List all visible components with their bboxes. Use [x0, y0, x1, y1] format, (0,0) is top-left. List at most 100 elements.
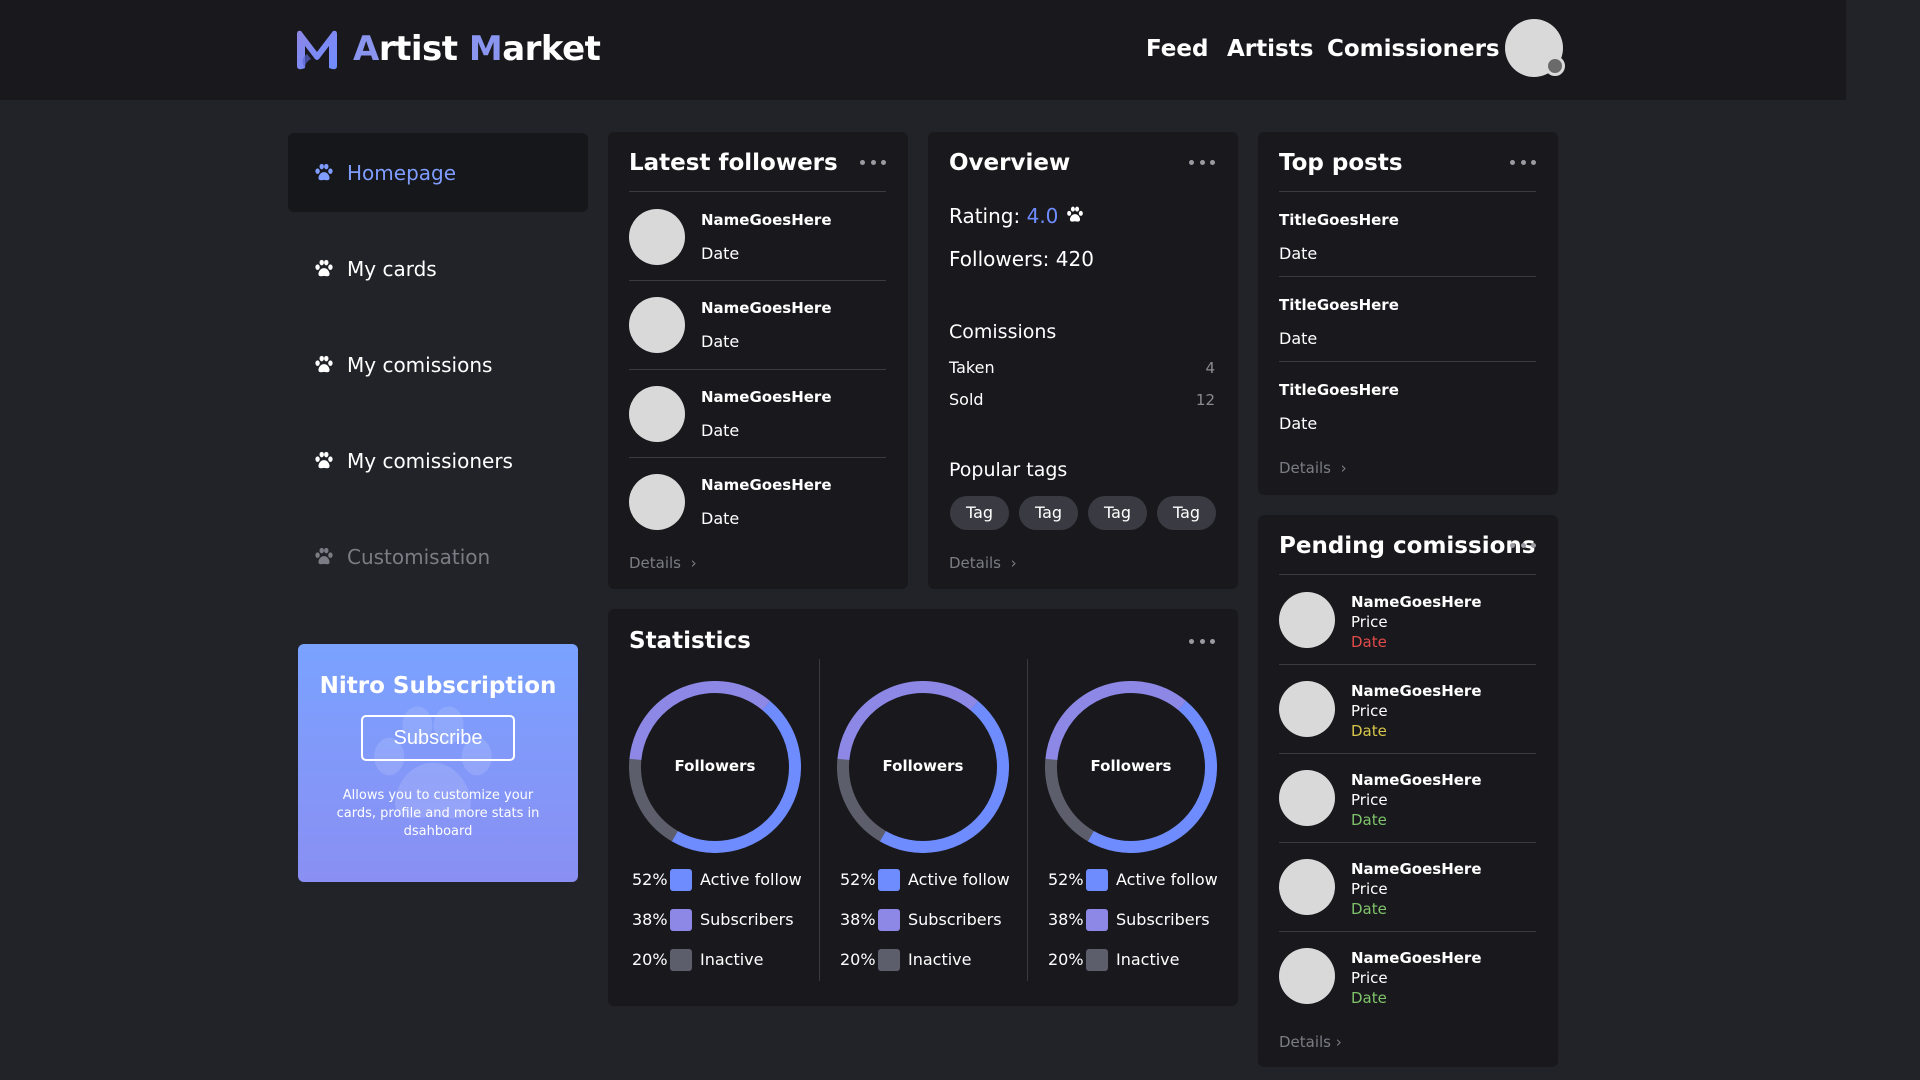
legend-percent: 20% — [632, 950, 668, 969]
comission-name[interactable]: NameGoesHere — [1351, 949, 1482, 967]
post-title[interactable]: TitleGoesHere — [1279, 211, 1399, 229]
sold-value: 12 — [1195, 391, 1215, 409]
rating-label: Rating: — [949, 204, 1021, 228]
follower-date: Date — [701, 244, 740, 263]
legend-label: Inactive — [700, 950, 764, 969]
sidebar-item-customisation[interactable]: Customisation — [288, 517, 588, 596]
card-title: Overview — [949, 150, 1071, 176]
divider — [629, 280, 886, 281]
paw-icon — [313, 546, 335, 568]
comissioner-avatar[interactable] — [1279, 770, 1335, 826]
chevron-right-icon: › — [1005, 554, 1017, 572]
details-link[interactable]: Details › — [629, 554, 697, 572]
legend-label: Subscribers — [700, 910, 794, 929]
comissioner-avatar[interactable] — [1279, 681, 1335, 737]
legend-label: Active follow — [908, 870, 1010, 889]
follower-avatar[interactable] — [629, 474, 685, 530]
legend-swatch — [1086, 869, 1108, 891]
rating-value: 4.0 — [1026, 204, 1059, 228]
sidebar-item-homepage[interactable]: Homepage — [288, 133, 588, 212]
legend-label: Inactive — [1116, 950, 1180, 969]
legend-label: Subscribers — [1116, 910, 1210, 929]
donut-center-label: Followers — [1090, 757, 1172, 775]
follower-name[interactable]: NameGoesHere — [701, 388, 832, 406]
comission-name[interactable]: NameGoesHere — [1351, 771, 1482, 789]
rating-row: Rating: 4.0 — [949, 204, 1085, 228]
logo-text: Artist Market — [353, 29, 601, 69]
more-options-icon[interactable] — [1510, 543, 1536, 549]
card-title: Top posts — [1279, 150, 1403, 176]
tag-chip[interactable]: Tag — [1019, 496, 1078, 530]
chevron-right-icon: › — [1331, 1033, 1342, 1051]
sidebar-item-label: My comissioners — [347, 448, 513, 473]
main-nav-comissioners-wrap: Comissioners — [1327, 36, 1500, 62]
follower-avatar[interactable] — [629, 209, 685, 265]
user-avatar[interactable] — [1505, 19, 1565, 77]
sidebar-item-my-comissions[interactable]: My comissions — [288, 325, 588, 404]
nav-artists[interactable]: Artists — [1227, 36, 1313, 62]
details-label: Details — [1279, 459, 1332, 477]
chevron-right-icon: › — [685, 554, 697, 572]
sold-label: Sold — [949, 390, 984, 409]
top-posts-card: Top posts TitleGoesHere Date TitleGoesHe… — [1258, 132, 1558, 495]
more-options-icon[interactable] — [1510, 160, 1536, 166]
follower-name[interactable]: NameGoesHere — [701, 299, 832, 317]
tag-chip[interactable]: Tag — [950, 496, 1009, 530]
comission-price: Price — [1351, 613, 1388, 631]
divider — [629, 457, 886, 458]
legend-swatch — [670, 869, 692, 891]
logo-word-market: arket — [502, 29, 601, 69]
sidebar-item-my-comissioners[interactable]: My comissioners — [288, 421, 588, 500]
sidebar-item-label: Homepage — [347, 160, 457, 185]
more-options-icon[interactable] — [860, 160, 886, 166]
chevron-right-icon: › — [1335, 459, 1347, 477]
sidebar-item-my-cards[interactable]: My cards — [288, 229, 588, 308]
more-options-icon[interactable] — [1189, 639, 1215, 645]
divider — [1279, 753, 1536, 754]
divider — [1279, 361, 1536, 362]
legend-swatch — [670, 949, 692, 971]
card-title: Latest followers — [629, 150, 838, 176]
follower-date: Date — [701, 509, 740, 528]
details-link[interactable]: Details › — [1279, 459, 1347, 477]
logo-letter-a: A — [353, 29, 379, 69]
nav-comissioners[interactable]: Comissioners — [1327, 36, 1500, 62]
post-date: Date — [1279, 329, 1318, 348]
legend-percent: 20% — [840, 950, 876, 969]
comissioner-avatar[interactable] — [1279, 592, 1335, 648]
more-options-icon[interactable] — [1189, 160, 1215, 166]
paw-icon — [313, 162, 335, 184]
nav-feed[interactable]: Feed — [1146, 36, 1208, 62]
details-link[interactable]: Details › — [1279, 1033, 1342, 1051]
nitro-subscription-card: Nitro Subscription Subscribe Allows you … — [298, 644, 578, 882]
comission-date: Date — [1351, 989, 1387, 1007]
comission-name[interactable]: NameGoesHere — [1351, 860, 1482, 878]
subscribe-button[interactable]: Subscribe — [361, 715, 515, 761]
comission-name[interactable]: NameGoesHere — [1351, 593, 1482, 611]
tag-chip[interactable]: Tag — [1088, 496, 1147, 530]
divider — [629, 191, 886, 192]
legend-label: Active follow — [1116, 870, 1218, 889]
comission-name[interactable]: NameGoesHere — [1351, 682, 1482, 700]
card-title: Pending comissions — [1279, 533, 1536, 559]
paw-icon — [313, 258, 335, 280]
post-title[interactable]: TitleGoesHere — [1279, 296, 1399, 314]
logo[interactable]: Artist Market — [293, 26, 601, 72]
legend-swatch — [878, 949, 900, 971]
follower-date: Date — [701, 421, 740, 440]
comissioner-avatar[interactable] — [1279, 859, 1335, 915]
post-title[interactable]: TitleGoesHere — [1279, 381, 1399, 399]
follower-name[interactable]: NameGoesHere — [701, 211, 832, 229]
paw-icon — [1065, 205, 1085, 225]
follower-date: Date — [701, 332, 740, 351]
legend-percent: 52% — [840, 870, 876, 889]
follower-avatar[interactable] — [629, 297, 685, 353]
follower-name[interactable]: NameGoesHere — [701, 476, 832, 494]
divider — [1279, 842, 1536, 843]
paw-icon — [313, 450, 335, 472]
tag-chip[interactable]: Tag — [1157, 496, 1216, 530]
follower-avatar[interactable] — [629, 386, 685, 442]
comissioner-avatar[interactable] — [1279, 948, 1335, 1004]
details-link[interactable]: Details › — [949, 554, 1017, 572]
logo-word-artist: rtist — [378, 29, 469, 69]
